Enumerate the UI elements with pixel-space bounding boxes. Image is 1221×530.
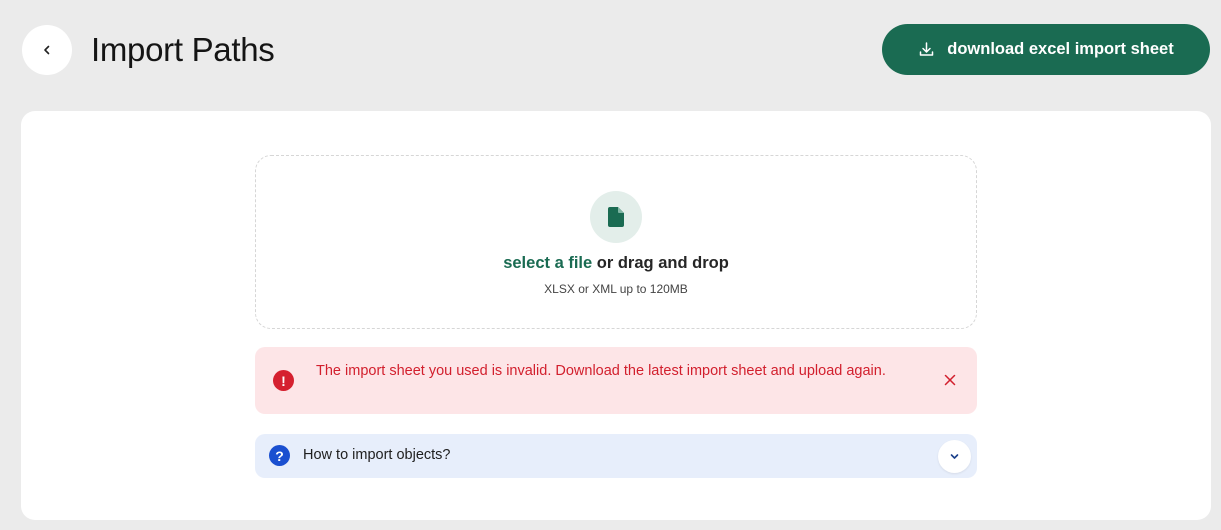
select-file-link[interactable]: select a file xyxy=(503,254,592,272)
close-icon xyxy=(944,374,956,386)
chevron-left-icon xyxy=(44,45,50,55)
import-card: select a file or drag and drop XLSX or X… xyxy=(21,111,1211,520)
file-dropzone[interactable]: select a file or drag and drop XLSX or X… xyxy=(255,155,977,329)
alert-circle-icon: ! xyxy=(273,370,294,391)
download-button-label: download excel import sheet xyxy=(947,40,1174,58)
drag-and-drop-text: or drag and drop xyxy=(592,254,729,272)
drop-instructions: select a file or drag and drop xyxy=(503,254,729,273)
download-icon xyxy=(920,42,934,56)
back-button[interactable] xyxy=(22,25,72,75)
chevron-down-icon xyxy=(950,454,959,459)
page-title: Import Paths xyxy=(91,31,275,68)
help-circle-icon: ? xyxy=(269,445,290,466)
file-format-hint: XLSX or XML up to 120MB xyxy=(544,282,688,296)
how-to-import-accordion[interactable]: ? How to import objects? xyxy=(255,434,977,478)
close-error-button[interactable] xyxy=(941,371,959,389)
file-icon xyxy=(608,207,624,227)
error-alert: ! The import sheet you used is invalid. … xyxy=(255,347,977,414)
download-import-sheet-button[interactable]: download excel import sheet xyxy=(882,24,1210,75)
file-icon-container xyxy=(590,191,642,243)
expand-accordion-button[interactable] xyxy=(938,440,971,473)
error-message: The import sheet you used is invalid. Do… xyxy=(316,363,886,379)
accordion-label: How to import objects? xyxy=(303,447,451,463)
page-header: Import Paths download excel import sheet xyxy=(0,0,1221,100)
